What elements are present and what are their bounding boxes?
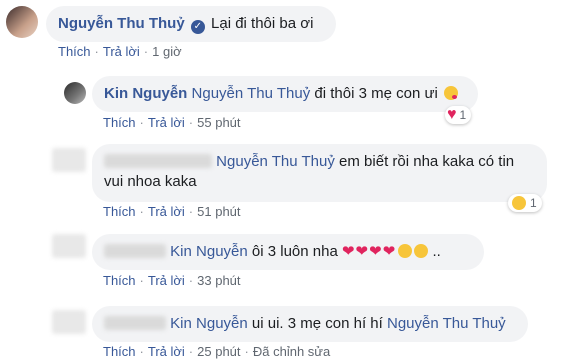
comment-time[interactable]: 25 phút xyxy=(197,344,240,359)
comment-text: Lại đi thôi ba ơi xyxy=(211,15,314,32)
like-link[interactable]: Thích xyxy=(103,115,136,130)
avatar[interactable] xyxy=(64,82,86,104)
verified-badge-icon: ✓ xyxy=(190,20,205,34)
comment-actions: Thích · Trả lời · 55 phút xyxy=(103,115,241,130)
reaction-number: 1 xyxy=(459,108,467,122)
reply-link[interactable]: Trả lời xyxy=(148,115,185,130)
comment-time[interactable]: 55 phút xyxy=(197,115,240,130)
reaction-count[interactable]: 1 xyxy=(508,194,542,212)
heart-icon: ♥ xyxy=(447,106,457,123)
like-link[interactable]: Thích xyxy=(103,273,136,288)
ellipsis: .. xyxy=(432,243,441,260)
reply-link[interactable]: Trả lời xyxy=(148,204,185,219)
mention-tag[interactable]: Kin Nguyễn xyxy=(170,243,248,260)
mention-tag[interactable]: Nguyễn Thu Thuỷ xyxy=(216,153,335,170)
comment-actions: Thích · Trả lời · 33 phút xyxy=(103,273,241,288)
comment-text-line1: em biết rồi nha kaka có tin xyxy=(339,153,515,170)
blurred-avatar xyxy=(52,234,86,258)
mention-tag[interactable]: Nguyễn Thu Thuỷ xyxy=(192,85,311,102)
reply-link[interactable]: Trả lời xyxy=(148,344,185,359)
reply-link[interactable]: Trả lời xyxy=(148,273,185,288)
comment-time[interactable]: 1 giờ xyxy=(152,44,182,59)
heart-eyes-emoji-icon xyxy=(414,244,429,258)
comment-time[interactable]: 51 phút xyxy=(197,204,240,219)
comment-actions: Thích · Trả lời · 1 giờ xyxy=(58,44,182,59)
comment-bubble: Nguyễn Thu Thuỷ em biết rồi nha kaka có … xyxy=(92,144,547,202)
reaction-count[interactable]: ♥ 1 xyxy=(445,106,472,124)
comment-actions: Thích · Trả lời · 51 phút xyxy=(103,204,241,219)
mention-tag[interactable]: Kin Nguyễn xyxy=(170,315,248,332)
reaction-number: 1 xyxy=(530,196,537,210)
comment-actions: Thích · Trả lời · 25 phút · Đã chỉnh sửa xyxy=(103,344,331,359)
avatar[interactable] xyxy=(6,6,38,38)
blurred-author-name xyxy=(104,244,166,258)
blurred-avatar xyxy=(52,310,86,334)
blurred-author-name xyxy=(104,154,212,168)
winking-kiss-emoji-icon xyxy=(444,86,458,100)
comment-bubble: Kin Nguyễn ôi 3 luôn nha ❤❤❤❤ .. xyxy=(92,234,484,270)
blurred-avatar xyxy=(52,148,86,172)
edited-label: Đã chỉnh sửa xyxy=(252,344,331,359)
comment-text: ôi 3 luôn nha xyxy=(251,243,338,260)
laughing-face-icon xyxy=(512,196,526,210)
comment-bubble: Kin Nguyễn ui ui. 3 mẹ con hí hí Nguyễn … xyxy=(92,306,528,342)
like-link[interactable]: Thích xyxy=(58,44,91,59)
comment-author[interactable]: Kin Nguyễn xyxy=(104,85,187,102)
comment-text: ui ui. 3 mẹ con hí hí xyxy=(251,315,383,332)
heart-eyes-emoji-icon xyxy=(398,244,413,258)
comment-bubble: Kin Nguyễn Nguyễn Thu Thuỷ đi thôi 3 mẹ … xyxy=(92,76,478,112)
like-link[interactable]: Thích xyxy=(103,344,136,359)
mention-tag[interactable]: Nguyễn Thu Thuỷ xyxy=(387,315,506,332)
comment-text-line2: vui nhoa kaka xyxy=(104,173,197,190)
reply-link[interactable]: Trả lời xyxy=(103,44,140,59)
comment-text: đi thôi 3 mẹ con ưi xyxy=(314,85,438,102)
hearts-emoji-icon: ❤❤❤❤ xyxy=(341,243,397,260)
blurred-author-name xyxy=(104,316,166,330)
comment-author[interactable]: Nguyễn Thu Thuỷ xyxy=(58,15,185,32)
like-link[interactable]: Thích xyxy=(103,204,136,219)
comment-time[interactable]: 33 phút xyxy=(197,273,240,288)
comment-bubble: Nguyễn Thu Thuỷ ✓ Lại đi thôi ba ơi xyxy=(46,6,336,42)
